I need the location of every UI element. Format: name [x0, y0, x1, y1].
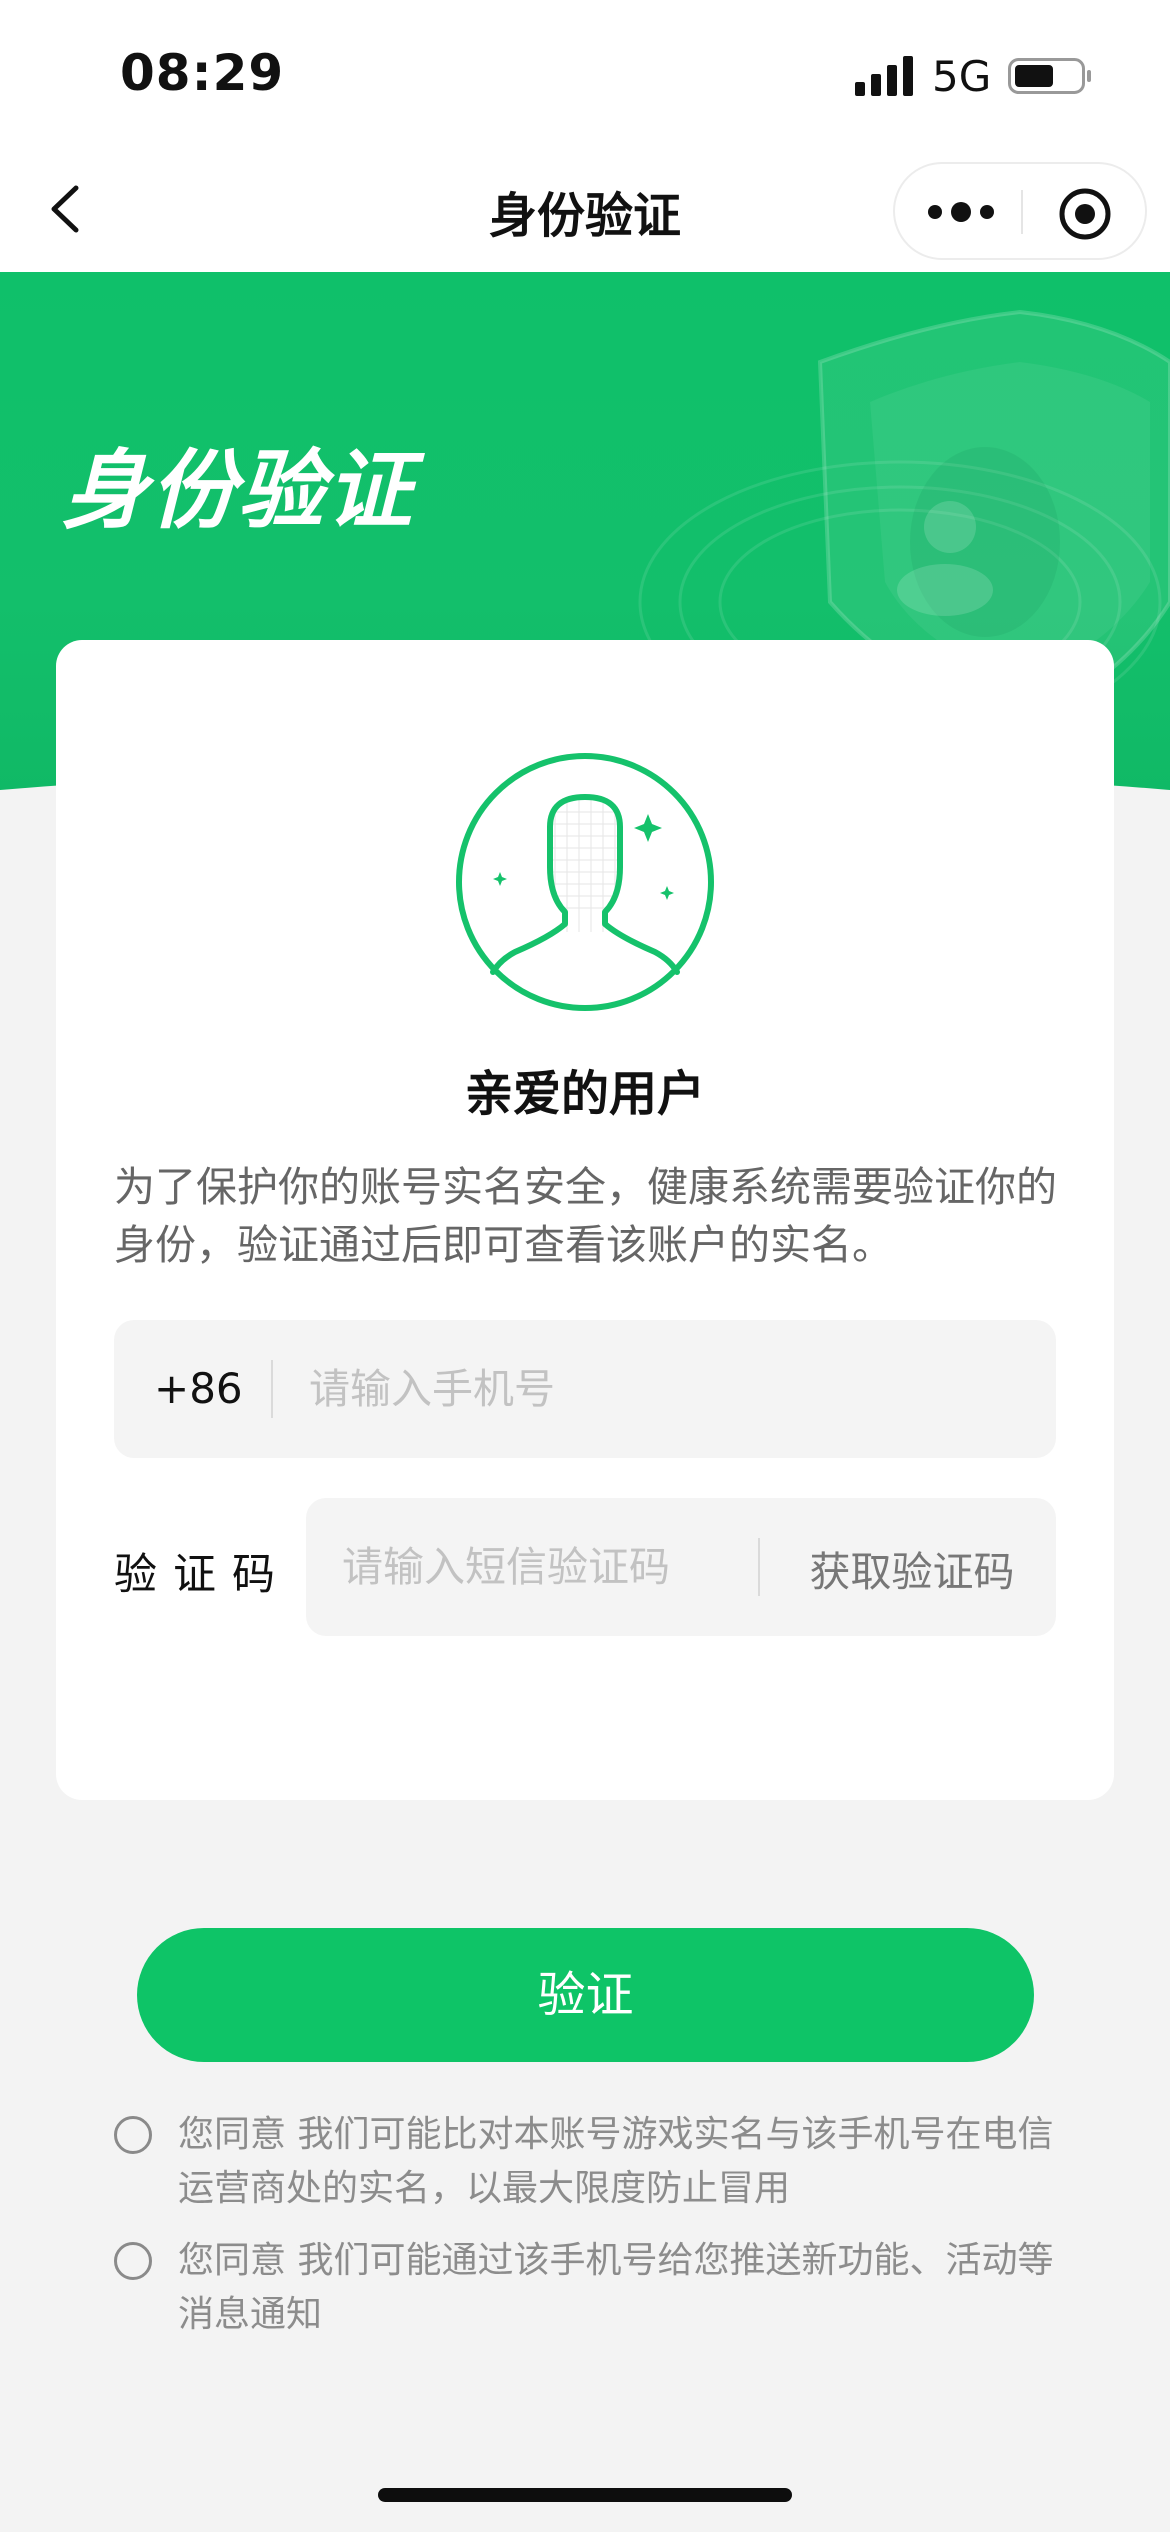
mini-program-capsule [893, 162, 1147, 260]
battery-icon [1008, 58, 1091, 94]
target-icon[interactable] [1057, 186, 1113, 242]
get-code-button[interactable]: 获取验证码 [772, 1538, 1052, 1598]
verification-card: 亲爱的用户 为了保护你的账号实名安全，健康系统需要验证你的身份，验证通过后即可查… [56, 640, 1114, 1800]
code-field: 获取验证码 [306, 1498, 1056, 1636]
phone-field: +86 [114, 1320, 1056, 1458]
status-bar: 08:29 5G [0, 0, 1170, 150]
consent-text[interactable]: 您同意 我们可能比对本账号游戏实名与该手机号在电信运营商处的实名，以最大限度防止… [178, 2108, 1058, 2216]
network-type: 5G [932, 52, 992, 101]
consent-text[interactable]: 您同意 我们可能通过该手机号给您推送新功能、活动等消息通知 [178, 2234, 1058, 2342]
code-label: 验证码 [114, 1550, 291, 1600]
phone-divider [271, 1360, 273, 1418]
consent-radio[interactable] [114, 2116, 152, 2154]
capsule-divider [1021, 190, 1023, 234]
consent-radio[interactable] [114, 2242, 152, 2280]
more-dots-icon[interactable] [921, 194, 1001, 230]
banner-title: 身份验证 [62, 441, 414, 541]
verify-button[interactable]: 验证 [137, 1928, 1034, 2062]
sms-code-input[interactable] [342, 1528, 742, 1606]
home-indicator [378, 2488, 792, 2502]
user-avatar-icon [456, 753, 714, 1011]
country-code[interactable]: +86 [154, 1364, 243, 1413]
phone-input[interactable] [309, 1350, 1009, 1428]
code-divider [758, 1538, 760, 1596]
signal-icon [855, 56, 913, 96]
status-time: 08:29 [120, 44, 285, 102]
nav-bar: 身份验证 [0, 150, 1170, 272]
description-text: 为了保护你的账号实名安全，健康系统需要验证你的身份，验证通过后即可查看该账户的实… [114, 1163, 1057, 1269]
greeting-title: 亲爱的用户 [464, 1066, 705, 1122]
